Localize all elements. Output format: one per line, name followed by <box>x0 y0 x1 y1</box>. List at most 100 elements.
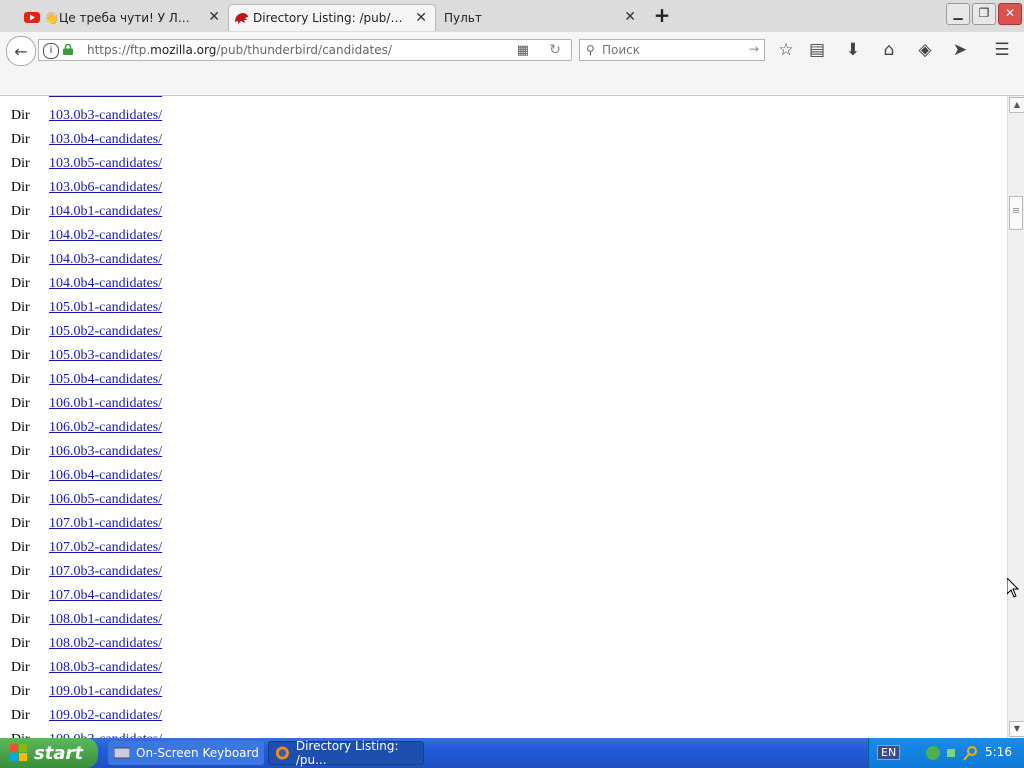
network-icon[interactable] <box>945 745 961 761</box>
tab-directory-listing[interactable]: Directory Listing: /pub/thund... ✕ <box>228 4 436 31</box>
send-tab-icon[interactable]: ➤ <box>950 40 970 60</box>
directory-link[interactable]: 105.0b1-candidates/ <box>49 300 162 316</box>
list-item: Dir 106.0b4-candidates/ <box>0 464 1007 488</box>
minimize-button[interactable]: ▁ <box>946 3 970 25</box>
pocket-icon[interactable]: ◈ <box>915 40 935 60</box>
directory-link[interactable]: 109.0b1-candidates/ <box>49 684 162 700</box>
clock: 5:16 <box>985 745 1012 759</box>
list-item: Dir 108.0b1-candidates/ <box>0 608 1007 632</box>
window-controls: ▁ ❐ ✕ <box>946 0 1024 25</box>
entry-type: Dir <box>11 372 30 387</box>
directory-link[interactable]: 106.0b5-candidates/ <box>49 492 162 508</box>
menu-icon[interactable]: ☰ <box>992 40 1012 60</box>
directory-link[interactable]: 104.0b1-candidates/ <box>49 204 162 220</box>
tab-youtube[interactable]: 👋Це треба чути! У Литв... ✕ <box>20 4 228 31</box>
list-item: Dir 106.0b1-candidates/ <box>0 392 1007 416</box>
restore-button[interactable]: ❐ <box>972 3 996 25</box>
directory-link[interactable]: 105.0b3-candidates/ <box>49 348 162 364</box>
bookmark-star-icon[interactable]: ☆ <box>776 40 796 60</box>
directory-link[interactable]: 107.0b4-candidates/ <box>49 588 162 604</box>
scroll-up-button[interactable]: ▲ <box>1009 97 1024 113</box>
page-content: Dir 103.0b2-candidates/Dir 103.0b3-candida… <box>0 96 1007 738</box>
back-button[interactable]: ← <box>6 36 36 66</box>
entry-type: Dir <box>11 252 30 267</box>
directory-link[interactable]: 104.0b4-candidates/ <box>49 276 162 292</box>
list-item: Dir 103.0b2-candidates/ <box>0 96 1007 104</box>
close-tab-icon[interactable]: ✕ <box>624 9 636 25</box>
directory-link[interactable]: 104.0b2-candidates/ <box>49 228 162 244</box>
directory-link[interactable]: 108.0b1-candidates/ <box>49 612 162 628</box>
list-item: Dir 105.0b1-candidates/ <box>0 296 1007 320</box>
directory-link[interactable]: 106.0b4-candidates/ <box>49 468 162 484</box>
utorrent-icon[interactable] <box>925 745 941 761</box>
vertical-scrollbar[interactable]: ▲ ▼ <box>1007 96 1024 738</box>
close-tab-icon[interactable]: ✕ <box>208 9 220 25</box>
scroll-down-button[interactable]: ▼ <box>1009 721 1024 737</box>
list-item: Dir 105.0b2-candidates/ <box>0 320 1007 344</box>
arrow-left-icon: ← <box>14 41 28 61</box>
start-button[interactable]: start <box>0 738 98 768</box>
system-tray: EN 5:16 <box>868 738 1024 768</box>
entry-type: Dir <box>11 180 30 195</box>
list-item: Dir 109.0b2-candidates/ <box>0 704 1007 728</box>
home-icon[interactable]: ⌂ <box>879 40 899 60</box>
entry-type: Dir <box>11 444 30 459</box>
list-item: Dir 103.0b6-candidates/ <box>0 176 1007 200</box>
navigation-toolbar: ← i https://ftp.mozilla.org/pub/thunderb… <box>0 32 1024 68</box>
taskbar-item-label: On-Screen Keyboard <box>136 746 259 760</box>
url-text[interactable]: https://ftp.mozilla.org/pub/thunderbird/… <box>87 43 392 57</box>
directory-link[interactable]: 105.0b4-candidates/ <box>49 372 162 388</box>
tab-bar: 👋Це треба чути! У Литв... ✕ Directory Li… <box>0 0 1024 33</box>
list-item: Dir 107.0b1-candidates/ <box>0 512 1007 536</box>
mozilla-dino-icon <box>235 13 248 24</box>
info-icon[interactable]: i <box>43 43 59 59</box>
list-item: Dir 105.0b3-candidates/ <box>0 344 1007 368</box>
new-tab-button[interactable]: + <box>652 5 672 25</box>
directory-link[interactable]: 106.0b1-candidates/ <box>49 396 162 412</box>
tab-pult[interactable]: Пульт ✕ <box>436 4 644 31</box>
directory-link[interactable]: 103.0b6-candidates/ <box>49 180 162 196</box>
directory-link[interactable]: 108.0b3-candidates/ <box>49 660 162 676</box>
entry-type: Dir <box>11 132 30 147</box>
search-go-icon[interactable]: → <box>749 42 759 56</box>
directory-link[interactable]: 107.0b2-candidates/ <box>49 540 162 556</box>
directory-link[interactable]: 107.0b1-candidates/ <box>49 516 162 532</box>
directory-link[interactable]: 106.0b3-candidates/ <box>49 444 162 460</box>
close-tab-icon[interactable]: ✕ <box>415 10 427 26</box>
scrollbar-thumb[interactable] <box>1009 196 1023 230</box>
reader-view-icon[interactable]: ▦ <box>517 43 529 58</box>
directory-link[interactable]: 108.0b2-candidates/ <box>49 636 162 652</box>
directory-link[interactable]: 103.0b5-candidates/ <box>49 156 162 172</box>
list-item: Dir 104.0b2-candidates/ <box>0 224 1007 248</box>
directory-link[interactable]: 103.0b2-candidates/ <box>49 96 162 100</box>
directory-link[interactable]: 109.0b2-candidates/ <box>49 708 162 724</box>
taskbar-item-keyboard[interactable]: On-Screen Keyboard <box>108 741 264 765</box>
directory-link[interactable]: 104.0b3-candidates/ <box>49 252 162 268</box>
directory-link[interactable]: 103.0b4-candidates/ <box>49 132 162 148</box>
download-icon[interactable]: ⬇ <box>843 40 863 60</box>
entry-type: Dir <box>11 660 30 675</box>
list-item: Dir 106.0b5-candidates/ <box>0 488 1007 512</box>
reload-icon[interactable]: ↻ <box>549 42 561 58</box>
list-item: Dir 106.0b2-candidates/ <box>0 416 1007 440</box>
search-input[interactable] <box>602 42 742 58</box>
entry-type: Dir <box>11 420 30 435</box>
language-indicator[interactable]: EN <box>877 745 901 760</box>
directory-link[interactable]: 107.0b3-candidates/ <box>49 564 162 580</box>
entry-type: Dir <box>11 108 30 123</box>
start-label: start <box>34 742 83 764</box>
magnifier-icon[interactable] <box>963 745 979 761</box>
entry-type: Dir <box>11 324 30 339</box>
directory-link[interactable]: 105.0b2-candidates/ <box>49 324 162 340</box>
entry-type: Dir <box>11 516 30 531</box>
url-bar[interactable]: i https://ftp.mozilla.org/pub/thunderbir… <box>38 39 572 61</box>
bookmarks-list-icon[interactable]: ▤ <box>807 40 827 60</box>
search-bar[interactable]: ⚲ → <box>579 39 765 61</box>
list-item: Dir 109.0b1-candidates/ <box>0 680 1007 704</box>
window-close-button[interactable]: ✕ <box>998 3 1022 25</box>
taskbar-item-firefox[interactable]: Directory Listing: /pu... <box>268 739 424 767</box>
directory-link[interactable]: 103.0b3-candidates/ <box>49 108 162 124</box>
directory-link[interactable]: 106.0b2-candidates/ <box>49 420 162 436</box>
taskbar: start On-Screen Keyboard Directory Listi… <box>0 738 1024 768</box>
entry-type: Dir <box>11 156 30 171</box>
